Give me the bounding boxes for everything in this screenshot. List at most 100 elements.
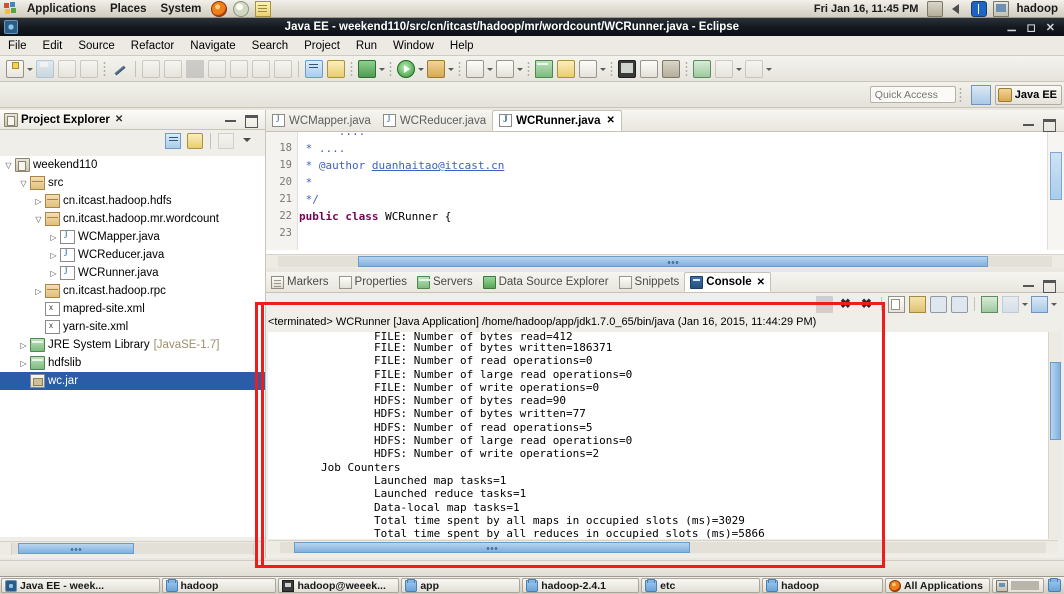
tab-snippets[interactable]: Snippets xyxy=(614,272,685,292)
chevron-right-icon[interactable]: ▷ xyxy=(17,359,30,368)
perspective-java-ee-button[interactable]: Java EE xyxy=(994,84,1062,105)
run-icon[interactable] xyxy=(397,59,415,78)
menu-navigate[interactable]: Navigate xyxy=(182,40,243,52)
package-update-icon[interactable] xyxy=(927,0,944,17)
next-annotation-icon[interactable] xyxy=(208,59,226,78)
search-icon[interactable] xyxy=(535,59,553,78)
editor-overview-ruler[interactable] xyxy=(1047,132,1064,250)
open-console-dropdown-icon[interactable] xyxy=(1049,295,1058,313)
taskbar-item-terminal[interactable]: hadoop@weeek... xyxy=(278,578,400,593)
display-selected-console-icon[interactable] xyxy=(1002,295,1019,313)
text-editor-icon[interactable] xyxy=(255,0,272,17)
code-line[interactable]: * xyxy=(299,174,1046,191)
chevron-right-icon[interactable]: ▷ xyxy=(47,251,60,260)
console-scroll-right-arrow-icon[interactable] xyxy=(1046,542,1058,554)
save-icon[interactable] xyxy=(36,59,54,78)
console-vscroll-thumb[interactable] xyxy=(1050,362,1061,440)
tree-item-hdfslib[interactable]: ▷ hdfslib xyxy=(0,354,265,372)
scroll-left-arrow-icon[interactable] xyxy=(0,542,12,555)
taskbar-item-all-applications[interactable]: All Applications xyxy=(884,578,991,593)
tree-item-mapred-site-xml[interactable]: mapred-site.xml xyxy=(0,300,265,318)
focus-icon[interactable] xyxy=(218,133,234,149)
stop-icon[interactable] xyxy=(186,59,204,78)
code-line[interactable]: * .... xyxy=(299,140,1046,157)
open-type-icon[interactable] xyxy=(305,59,323,78)
close-button[interactable]: ✕ xyxy=(1041,21,1060,34)
console-scroll-left-arrow-icon[interactable] xyxy=(268,542,280,554)
quick-access-handle[interactable] xyxy=(958,86,962,103)
trash-icon[interactable] xyxy=(1048,578,1062,592)
debug-dropdown-icon[interactable] xyxy=(446,60,455,78)
previous-annotation-icon[interactable] xyxy=(230,59,248,78)
nav-back-icon[interactable] xyxy=(715,59,733,78)
tab-console[interactable]: Console ✕ xyxy=(684,272,772,292)
console-hscroll-thumb[interactable] xyxy=(294,542,690,553)
chevron-down-icon[interactable]: ▽ xyxy=(17,179,30,188)
chevron-right-icon[interactable]: ▷ xyxy=(17,341,30,350)
coverage-dropdown-icon[interactable] xyxy=(515,60,524,78)
open-perspective-icon[interactable] xyxy=(970,84,991,105)
tag-icon[interactable] xyxy=(579,59,597,78)
chevron-down-icon[interactable]: ▽ xyxy=(32,215,45,224)
tree-item-wc-jar[interactable]: wc.jar xyxy=(0,372,265,390)
menu-places[interactable]: Places xyxy=(103,3,153,15)
chevron-right-icon[interactable]: ▷ xyxy=(32,197,45,206)
menu-system[interactable]: System xyxy=(153,3,208,15)
editor-hscroll-track[interactable] xyxy=(278,256,1052,267)
editor-vscroll-thumb[interactable] xyxy=(1050,152,1062,200)
show-console-on-output-icon[interactable] xyxy=(930,295,947,313)
scroll-right-arrow-icon[interactable] xyxy=(253,542,265,555)
editor-code-area[interactable]: * .... * .... * @author duanhaitao@itcas… xyxy=(299,132,1046,250)
console-hscrollbar[interactable] xyxy=(268,540,1058,554)
code-line[interactable] xyxy=(299,225,1046,242)
link-icon[interactable] xyxy=(693,59,711,78)
back-icon[interactable] xyxy=(252,59,270,78)
console-hscroll-track[interactable] xyxy=(280,542,1046,553)
collapse-all-icon[interactable] xyxy=(165,133,181,149)
taskbar-item-etc[interactable]: etc xyxy=(641,578,761,593)
project-tree[interactable]: ▽ weekend110 ▽ src ▷ cn.itcast.hadoop.hdfs ▽ cn… xyxy=(0,156,265,537)
editor-hscroll-thumb[interactable] xyxy=(358,256,988,267)
taskbar-item-hadoop-241[interactable]: hadoop-2.4.1 xyxy=(522,578,640,593)
console-output[interactable]: FILE: Number of bytes read=412 FILE: Num… xyxy=(268,332,1058,539)
debug-run-icon[interactable] xyxy=(427,59,445,78)
code-line[interactable]: */ xyxy=(299,191,1046,208)
editor-scroll-left-arrow-icon[interactable] xyxy=(266,256,278,268)
open-console-icon[interactable] xyxy=(1031,295,1048,313)
print-icon[interactable] xyxy=(80,59,98,78)
nav-forward-dropdown-icon[interactable] xyxy=(764,60,773,78)
bookmark-icon[interactable] xyxy=(557,59,575,78)
editor-tab-wcrunner-java[interactable]: WCRunner.java ✕ xyxy=(492,110,622,131)
bluetooth-icon[interactable] xyxy=(971,0,988,17)
menu-help[interactable]: Help xyxy=(442,40,482,52)
annotate-dropdown-icon[interactable] xyxy=(598,60,607,78)
pin-console-icon[interactable] xyxy=(981,295,998,313)
external-tools-dropdown-icon[interactable] xyxy=(377,60,386,78)
minimize-icon[interactable] xyxy=(1021,278,1037,292)
volume-icon[interactable] xyxy=(949,1,965,17)
pen-icon[interactable] xyxy=(111,60,129,78)
taskbar-item-eclipse[interactable]: Java EE - week... xyxy=(1,578,160,593)
editor-hscrollbar[interactable] xyxy=(266,254,1064,268)
tree-item-wcreducer-java[interactable]: ▷ WCReducer.java xyxy=(0,246,265,264)
code-line[interactable]: public class WCRunner { xyxy=(299,208,1046,225)
debug-icon[interactable] xyxy=(164,59,182,78)
nav-back-dropdown-icon[interactable] xyxy=(734,60,743,78)
chevron-right-icon[interactable]: ▷ xyxy=(47,233,60,242)
display-icon[interactable] xyxy=(993,0,1010,17)
close-icon[interactable]: ✕ xyxy=(757,277,765,288)
display-selected-dropdown-icon[interactable] xyxy=(1020,295,1029,313)
menu-window[interactable]: Window xyxy=(385,40,442,52)
clock[interactable]: Fri Jan 16, 11:45 PM xyxy=(808,3,925,15)
chevron-right-icon[interactable]: ▷ xyxy=(32,287,45,296)
tree-item-wcmapper-java[interactable]: ▷ WCMapper.java xyxy=(0,228,265,246)
toolbar-handle-5[interactable] xyxy=(527,60,530,77)
minimize-icon[interactable] xyxy=(223,113,239,127)
maximize-button[interactable]: ◻ xyxy=(1022,21,1041,34)
hscroll-thumb[interactable] xyxy=(18,543,134,554)
view-menu-icon[interactable] xyxy=(240,133,256,149)
taskbar-item-hadoop-2[interactable]: hadoop xyxy=(762,578,883,593)
editor-body[interactable]: 18 19 20 21 22 23 * .... * .... * @author dua… xyxy=(266,132,1064,268)
nav-forward-icon[interactable] xyxy=(745,59,763,78)
menu-project[interactable]: Project xyxy=(296,40,348,52)
